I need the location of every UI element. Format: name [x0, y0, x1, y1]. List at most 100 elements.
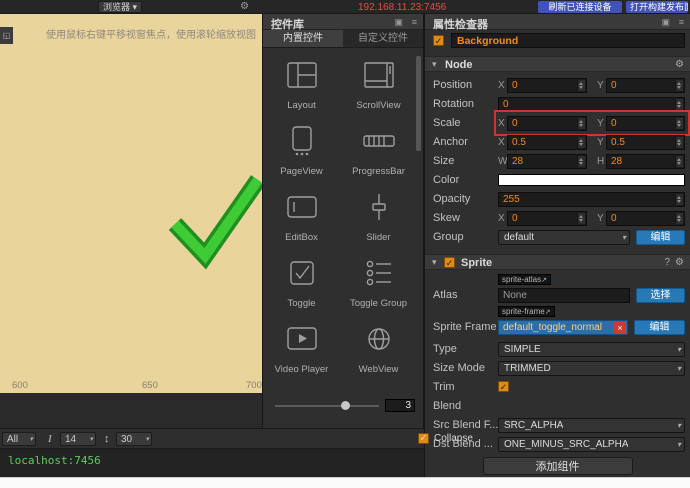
- help-icon[interactable]: ?: [664, 257, 670, 268]
- rotation-row: Rotation 0: [425, 95, 690, 114]
- stepper-icon[interactable]: [675, 80, 683, 91]
- line-height-dropdown[interactable]: 30 ▾: [116, 432, 152, 446]
- stepper-icon[interactable]: [577, 213, 585, 224]
- widget-item-webview[interactable]: WebView: [340, 320, 417, 386]
- group-dropdown[interactable]: default ▾: [498, 230, 630, 245]
- console-output[interactable]: localhost:7456: [0, 448, 424, 477]
- stepper-icon[interactable]: [675, 137, 683, 148]
- node-active-checkbox[interactable]: ✓: [433, 35, 444, 46]
- widget-item-togglegroup[interactable]: Toggle Group: [340, 254, 417, 320]
- size-h-input[interactable]: 28: [606, 154, 685, 169]
- menu-icon[interactable]: ≡: [679, 16, 684, 28]
- position-x-input[interactable]: 0: [507, 78, 587, 93]
- zoom-value-input[interactable]: 3: [385, 399, 415, 412]
- preview-target-label: 浏览器: [103, 2, 131, 12]
- anchor-x-input[interactable]: 0.5: [507, 135, 587, 150]
- opacity-input[interactable]: 255: [498, 192, 685, 207]
- widget-item-layout[interactable]: Layout: [263, 56, 340, 122]
- type-dropdown[interactable]: SIMPLE ▾: [498, 342, 685, 357]
- preview-url: 192.168.11.23:7456: [358, 2, 447, 13]
- clear-sprite-frame-icon[interactable]: ×: [614, 322, 626, 334]
- preview-target-dropdown[interactable]: 浏览器 ▾: [98, 1, 143, 13]
- gear-icon[interactable]: ⚙: [240, 1, 249, 13]
- tab-builtin-widgets[interactable]: 内置控件: [263, 30, 343, 47]
- trim-checkbox[interactable]: ✓: [498, 381, 509, 392]
- log-filter-dropdown[interactable]: All ▾: [2, 432, 36, 446]
- widget-item-scrollview[interactable]: ScrollView: [340, 56, 417, 122]
- node-section-header[interactable]: ▾ Node ⚙: [425, 56, 690, 72]
- size-label: Size: [433, 155, 455, 167]
- widget-item-slider[interactable]: Slider: [340, 188, 417, 254]
- stepper-icon[interactable]: [675, 213, 683, 224]
- collapse-caret-icon[interactable]: ▾: [432, 59, 437, 70]
- toggle-group-icon: [366, 260, 391, 286]
- position-y-input[interactable]: 0: [606, 78, 685, 93]
- atlas-select-button[interactable]: 选择: [636, 288, 685, 303]
- color-label: Color: [433, 174, 460, 186]
- dst-blend-dropdown[interactable]: ONE_MINUS_SRC_ALPHA ▾: [498, 437, 685, 452]
- atlas-field[interactable]: None: [498, 288, 630, 303]
- size-mode-label: Size Mode: [433, 362, 485, 374]
- stepper-icon[interactable]: [675, 99, 683, 110]
- sprite-section-header[interactable]: ▾ ✓ Sprite ? ⚙: [425, 254, 690, 270]
- trim-label: Trim: [433, 381, 455, 393]
- color-swatch[interactable]: [498, 174, 685, 186]
- stepper-icon[interactable]: [577, 80, 585, 91]
- skew-row: Skew X 0 Y 0: [425, 209, 690, 228]
- slider-icon: [371, 194, 386, 220]
- stepper-icon[interactable]: [577, 156, 585, 167]
- scale-y-input[interactable]: 0: [606, 116, 685, 131]
- src-blend-dropdown[interactable]: SRC_ALPHA ▾: [498, 418, 685, 433]
- stepper-icon[interactable]: [577, 118, 585, 129]
- open-build-panel-button[interactable]: 打开构建发布面板: [626, 1, 688, 13]
- zoom-slider-knob[interactable]: [341, 401, 350, 410]
- menu-icon[interactable]: ≡: [412, 16, 417, 28]
- atlas-asset-tag: sprite-atlas↗: [498, 274, 551, 285]
- anchor-y-input[interactable]: 0.5: [606, 135, 685, 150]
- widget-item-progressbar[interactable]: ProgressBar: [340, 122, 417, 188]
- stepper-icon[interactable]: [675, 118, 683, 129]
- collapse-caret-icon[interactable]: ▾: [432, 257, 437, 268]
- editbox-icon: [286, 196, 317, 218]
- scene-corner-icon[interactable]: ◱: [0, 27, 13, 44]
- stepper-icon[interactable]: [675, 156, 683, 167]
- toggle-checkmark-sprite[interactable]: [150, 164, 262, 279]
- axis-y-label: Y: [597, 213, 604, 224]
- gear-icon[interactable]: ⚙: [675, 257, 684, 268]
- scene-view[interactable]: 使用鼠标右键平移视窗焦点，使用滚轮缩放视图 ◱ 600 650 700: [0, 14, 262, 393]
- node-name-field[interactable]: Background: [451, 33, 685, 48]
- chevron-down-icon: ▾: [145, 436, 149, 443]
- zoom-slider-track[interactable]: [275, 405, 379, 407]
- widget-item-pageview[interactable]: PageView: [263, 122, 340, 188]
- collapse-checkbox[interactable]: ✓: [418, 433, 429, 444]
- size-w-input[interactable]: 28: [507, 154, 587, 169]
- widget-item-editbox[interactable]: EditBox: [263, 188, 340, 254]
- scale-x-input[interactable]: 0: [507, 116, 587, 131]
- line-height-icon: ↕: [104, 433, 110, 445]
- skew-y-input[interactable]: 0: [606, 211, 685, 226]
- add-component-button[interactable]: 添加组件: [482, 457, 633, 475]
- group-edit-button[interactable]: 编辑: [636, 230, 685, 245]
- widget-scrollbar[interactable]: [416, 56, 421, 151]
- widget-item-videoplayer[interactable]: Video Player: [263, 320, 340, 386]
- size-mode-dropdown[interactable]: TRIMMED ▾: [498, 361, 685, 376]
- rotation-input[interactable]: 0: [498, 97, 685, 112]
- dock-icon[interactable]: ▣: [661, 16, 670, 28]
- tab-custom-widgets[interactable]: 自定义控件: [343, 30, 423, 47]
- sprite-frame-field[interactable]: default_toggle_normal ×: [498, 320, 628, 335]
- font-size-dropdown[interactable]: 14 ▾: [60, 432, 96, 446]
- sprite-enabled-checkbox[interactable]: ✓: [444, 257, 455, 268]
- skew-x-input[interactable]: 0: [507, 211, 587, 226]
- widget-item-toggle[interactable]: Toggle: [263, 254, 340, 320]
- stepper-icon[interactable]: [577, 137, 585, 148]
- goto-asset-icon[interactable]: ↗: [545, 309, 551, 316]
- axis-x-label: X: [498, 80, 505, 91]
- refresh-devices-button[interactable]: 刷新已连接设备: [538, 1, 622, 13]
- chevron-down-icon: ▾: [676, 421, 681, 430]
- dock-icon[interactable]: ▣: [394, 16, 403, 28]
- toggle-icon: [289, 261, 314, 285]
- gear-icon[interactable]: ⚙: [675, 59, 684, 70]
- goto-asset-icon[interactable]: ↗: [541, 277, 547, 284]
- stepper-icon[interactable]: [675, 194, 683, 205]
- sprite-frame-edit-button[interactable]: 编辑: [634, 320, 685, 335]
